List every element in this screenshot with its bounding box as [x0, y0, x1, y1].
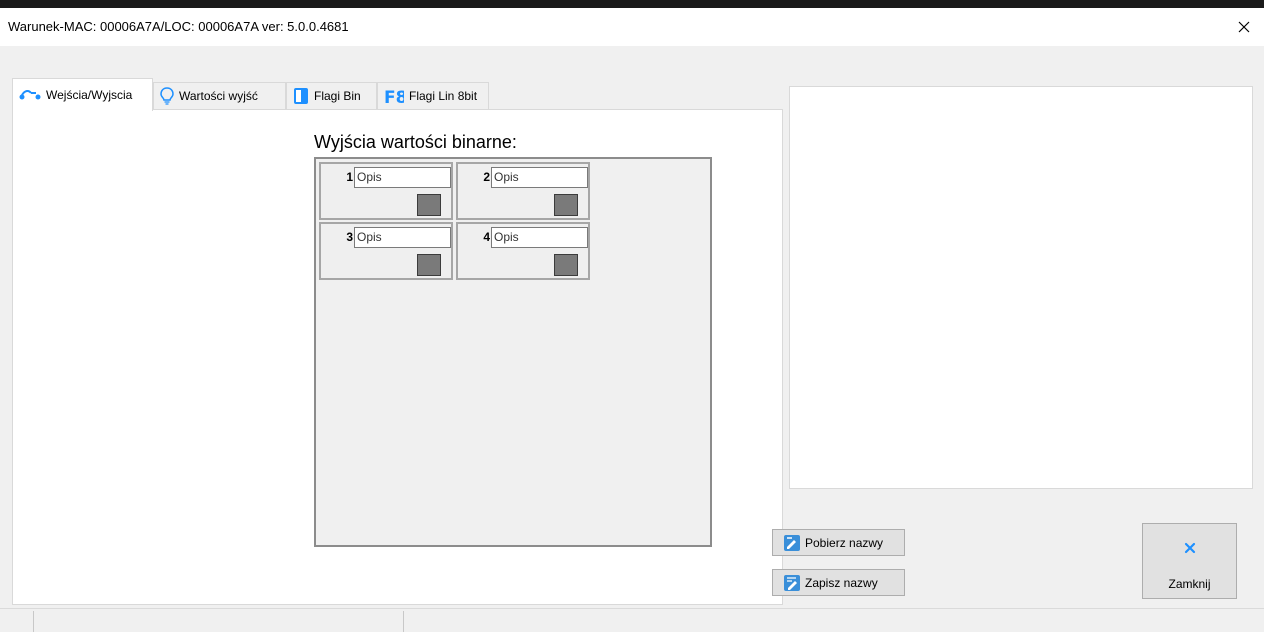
f8-icon: F8	[384, 87, 404, 105]
output-state-indicator[interactable]	[417, 194, 441, 216]
output-number: 2	[483, 170, 490, 184]
tab-label: Wejścia/Wyjscia	[46, 88, 133, 102]
download-edit-icon	[783, 534, 801, 552]
svg-text:F8: F8	[384, 88, 404, 105]
fetch-names-button[interactable]: Pobierz nazwy	[772, 529, 905, 556]
tab-output-values[interactable]: Wartości wyjść	[153, 82, 286, 109]
window-title: Warunek-MAC: 00006A7A/LOC: 00006A7A ver:…	[8, 19, 349, 34]
status-segment-divider	[403, 611, 404, 632]
tab-inputs-outputs[interactable]: Wejścia/Wyjscia	[12, 78, 153, 111]
tab-label: Flagi Lin 8bit	[409, 89, 478, 103]
binary-outputs-grid: 1 Opis 2 Opis 3 Opis 4 Opis	[314, 157, 712, 547]
tab-flags-lin-8bit[interactable]: F8 Flagi Lin 8bit	[377, 82, 489, 109]
output-cell-1: 1 Opis	[319, 162, 453, 220]
output-description-field[interactable]: Opis	[491, 167, 588, 188]
save-names-button[interactable]: Zapisz nazwy	[772, 569, 905, 596]
fetch-names-label: Pobierz nazwy	[805, 535, 884, 550]
close-icon[interactable]	[1224, 8, 1264, 46]
output-number: 1	[346, 170, 353, 184]
tab-label: Wartości wyjść	[179, 89, 258, 103]
preview-panel	[789, 86, 1253, 489]
tab-label: Flagi Bin	[314, 89, 361, 103]
output-description-field[interactable]: Opis	[491, 227, 588, 248]
io-connector-icon	[19, 89, 41, 101]
output-cell-3: 3 Opis	[319, 222, 453, 280]
close-button[interactable]: Zamknij	[1142, 523, 1237, 599]
status-segment-divider	[33, 611, 34, 632]
title-bar: Warunek-MAC: 00006A7A/LOC: 00006A7A ver:…	[0, 8, 1264, 46]
output-state-indicator[interactable]	[417, 254, 441, 276]
binary-outputs-heading: Wyjścia wartości binarne:	[314, 132, 517, 152]
output-cell-2: 2 Opis	[456, 162, 590, 220]
output-state-indicator[interactable]	[554, 254, 578, 276]
output-number: 4	[483, 230, 490, 244]
output-cell-4: 4 Opis	[456, 222, 590, 280]
close-button-label: Zamknij	[1168, 577, 1211, 591]
status-bar	[0, 608, 1264, 632]
close-x-icon	[1143, 542, 1236, 557]
output-state-indicator[interactable]	[554, 194, 578, 216]
save-edit-icon	[783, 574, 801, 592]
output-description-field[interactable]: Opis	[354, 167, 451, 188]
save-names-label: Zapisz nazwy	[805, 575, 878, 590]
lightbulb-icon	[160, 87, 174, 105]
output-description-field[interactable]: Opis	[354, 227, 451, 248]
output-number: 3	[346, 230, 353, 244]
tab-flags-bin[interactable]: Flagi Bin	[286, 82, 377, 109]
flag-bin-icon	[293, 87, 309, 105]
